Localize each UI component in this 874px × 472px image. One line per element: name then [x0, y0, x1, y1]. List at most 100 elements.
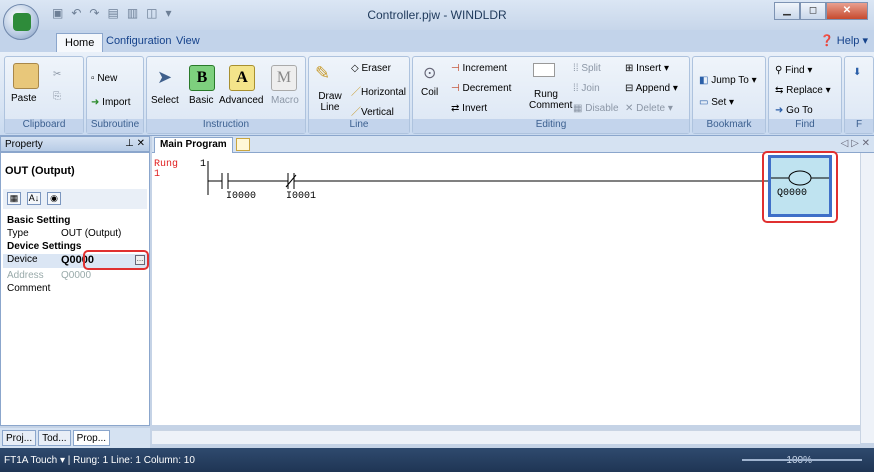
append-button[interactable]: ⊟ Append ▾: [625, 83, 678, 94]
go-to-button[interactable]: ➜ Go To: [775, 105, 813, 116]
invert-label: Invert: [462, 103, 488, 114]
invert-button[interactable]: ⇄ Invert: [451, 103, 487, 114]
split-icon: ⁞⁞: [573, 63, 579, 74]
macro-icon: M: [271, 65, 297, 91]
disable-icon: ▦: [573, 103, 583, 114]
eraser-button[interactable]: ◇ Eraser: [351, 63, 391, 74]
disable-button[interactable]: ▦ Disable: [573, 103, 619, 114]
bookmark-icon: ◧: [699, 75, 709, 86]
group-editing: ⊙ Coil ⊣ Increment ⊣ Decrement ⇄ Invert …: [412, 56, 690, 134]
overflow-icon[interactable]: ⬇: [853, 67, 861, 78]
macro-button[interactable]: Macro: [271, 95, 299, 106]
tab-navigation[interactable]: ◁ ▷ ✕: [841, 138, 870, 149]
tab-view[interactable]: View: [168, 32, 208, 50]
rung-comment-button[interactable]: Rung Comment: [529, 89, 572, 111]
new-subroutine-button[interactable]: ▫ New: [91, 73, 117, 84]
group-label: Editing: [413, 119, 689, 133]
join-button[interactable]: ⁞⁞ Join: [573, 83, 600, 94]
project-tab-label: Proj...: [6, 433, 33, 444]
coil-button[interactable]: Coil: [421, 87, 438, 98]
horizontal-line-button[interactable]: ／Horizontal: [351, 83, 406, 98]
rung-side-number: 1: [154, 169, 161, 180]
comment-row[interactable]: Comment: [3, 283, 147, 295]
project-tab[interactable]: Proj...: [2, 430, 37, 446]
paste-button[interactable]: Paste: [11, 93, 37, 104]
select-button[interactable]: Select: [151, 95, 179, 106]
append-icon: ⊟: [625, 83, 634, 94]
basic-setting-category[interactable]: Basic Setting: [3, 215, 147, 227]
property-pages-icon[interactable]: ◉: [47, 192, 61, 205]
group-overflow: ⬇ F: [844, 56, 874, 134]
insert-button[interactable]: ⊞ Insert ▾: [625, 63, 669, 74]
device-highlight: [83, 250, 149, 270]
maximize-button[interactable]: ◻: [800, 2, 826, 20]
basic-setting-label: Basic Setting: [7, 215, 71, 226]
jump-to-button[interactable]: ◧ Jump To ▾: [699, 75, 757, 86]
group-subroutine: ▫ New ➜ Import Subroutine: [86, 56, 144, 134]
toolbox-tab[interactable]: Tod...: [38, 430, 71, 446]
ladder-diagram: [207, 161, 782, 195]
decrement-label: Decrement: [462, 83, 512, 94]
toolbox-tab-label: Tod...: [42, 433, 67, 444]
find-button[interactable]: ⚲ Find ▾: [775, 65, 812, 76]
sort-alpha-icon[interactable]: A↓: [27, 192, 41, 205]
pin-close-icons[interactable]: ⊥ ✕: [125, 138, 145, 149]
categorized-icon[interactable]: ▦: [7, 192, 21, 205]
group-label: Line: [309, 119, 409, 133]
join-label: Join: [581, 83, 600, 94]
delete-label: Delete: [636, 103, 666, 114]
minimize-button[interactable]: ▁: [774, 2, 800, 20]
window-title: Controller.pjw - WINDLDR: [367, 8, 507, 22]
group-instruction: ➤ B A M Select Basic Advanced Macro Inst…: [146, 56, 306, 134]
split-label: Split: [581, 63, 601, 74]
help-button[interactable]: ❓ Help ▾: [820, 34, 868, 47]
draw-line-button[interactable]: Draw Line: [317, 91, 343, 113]
horizontal-scrollbar[interactable]: [152, 430, 860, 444]
device-settings-label: Device Settings: [7, 241, 82, 252]
delete-button[interactable]: ✕ Delete ▾: [625, 103, 673, 114]
ribbon-tabs: Home Configuration View ❓ Help ▾: [0, 30, 874, 53]
set-bookmark-icon: ▭: [699, 97, 709, 108]
property-panel: OUT (Output) ▦ A↓ ◉ Basic Setting Type OU…: [0, 152, 150, 426]
ladder-canvas[interactable]: Rung 1 1 I0000 I0001 Q0000: [152, 151, 860, 425]
delete-icon: ✕: [625, 103, 634, 114]
new-icon: ▫: [91, 73, 95, 84]
device-key: Device: [7, 254, 38, 265]
select-arrow-icon: ➤: [157, 67, 173, 87]
rung-number: 1: [200, 159, 207, 170]
title-bar: ▣ ↶ ↷ ▤ ▥ ◫ ▾ Controller.pjw - WINDLDR ▁…: [0, 0, 874, 40]
vertical-line-button[interactable]: ／Vertical: [351, 103, 394, 118]
type-value: OUT (Output): [61, 228, 122, 239]
main-program-tab[interactable]: Main Program: [154, 137, 233, 153]
cut-icon: ✂: [53, 69, 62, 80]
decrement-button[interactable]: ⊣ Decrement: [451, 83, 511, 94]
eraser-label: Eraser: [361, 63, 391, 74]
property-tab[interactable]: Prop...: [72, 430, 111, 446]
contact-label-2[interactable]: I0001: [286, 191, 316, 202]
increment-button[interactable]: ⊣ Increment: [451, 63, 507, 74]
contact-label-1[interactable]: I0000: [226, 191, 256, 202]
decrement-icon: ⊣: [451, 83, 460, 94]
advanced-button[interactable]: Advanced: [219, 95, 263, 106]
ribbon: Paste ✂ ⎘ Clipboard ▫ New ➜ Import Subro…: [0, 52, 874, 136]
zoom-slider[interactable]: [742, 459, 862, 461]
tab-home[interactable]: Home: [56, 33, 104, 53]
address-key: Address: [7, 270, 44, 281]
basic-button[interactable]: Basic: [189, 95, 213, 106]
import-button[interactable]: ➜ Import: [91, 97, 131, 108]
set-bookmark-button[interactable]: ▭ Set ▾: [699, 97, 734, 108]
import-label: Import: [102, 97, 131, 108]
group-bookmark: ◧ Jump To ▾ ▭ Set ▾ Bookmark: [692, 56, 766, 134]
coil-highlight: [762, 151, 838, 223]
pencil-icon: ✎: [315, 63, 331, 83]
vertical-scrollbar[interactable]: [860, 153, 874, 443]
split-button[interactable]: ⁞⁞ Split: [573, 63, 601, 74]
group-line: ✎ Draw Line ◇ Eraser ／Horizontal ／Vertic…: [308, 56, 410, 134]
application-menu-button[interactable]: [3, 4, 39, 40]
new-tab-icon[interactable]: [236, 138, 250, 151]
address-value: Q0000: [61, 270, 92, 281]
replace-button[interactable]: ⇆ Replace ▾: [775, 85, 831, 96]
property-header-label: Property: [5, 139, 43, 150]
disable-label: Disable: [585, 103, 619, 114]
close-button[interactable]: ✕: [826, 2, 868, 20]
